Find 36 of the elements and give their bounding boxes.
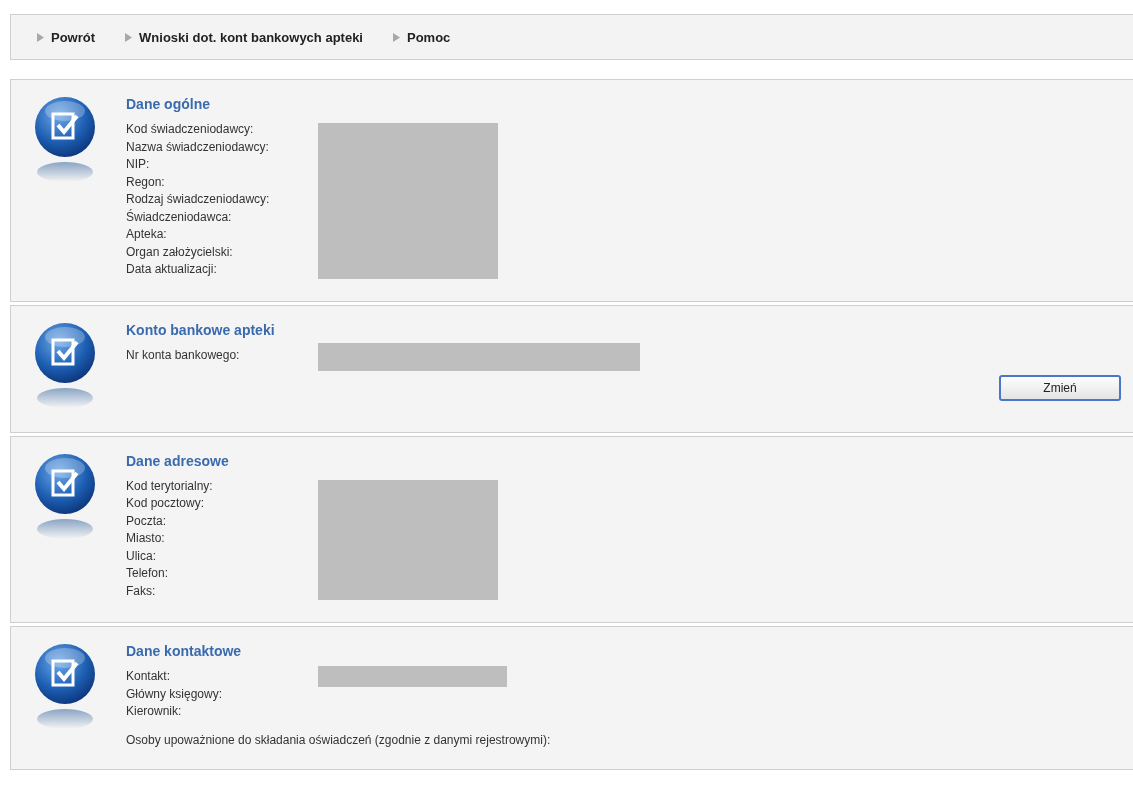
field-label: Nazwa świadczeniodawcy:	[126, 138, 270, 156]
field-label: Telefon:	[126, 565, 170, 582]
section-title: Dane kontaktowe	[126, 643, 243, 659]
checklist-sphere-icon	[33, 321, 97, 410]
field-label: Kod terytorialny:	[126, 477, 214, 495]
field-label: Data aktualizacji:	[126, 261, 218, 278]
field-label: Ulica:	[126, 547, 157, 565]
nav-link[interactable]: Powrót	[37, 29, 96, 45]
triangle-icon	[393, 32, 400, 42]
field-label: Poczta:	[126, 512, 168, 530]
field-label: Kod pocztowy:	[126, 495, 206, 512]
field-label: Główny księgowy:	[126, 685, 224, 703]
field-label: Rodzaj świadczeniodawcy:	[126, 191, 271, 208]
field-label: Faks:	[126, 582, 157, 600]
nav-link[interactable]: Wnioski dot. kont bankowych apteki	[125, 29, 363, 45]
section-title: Dane adresowe	[126, 452, 230, 469]
field-label: Miasto:	[126, 530, 166, 547]
field-label: Świadczeniodawca:	[126, 208, 233, 226]
change-button[interactable]: Zmień	[999, 374, 1121, 401]
field-label: Organ założycielski:	[126, 243, 234, 261]
section-title: Konto bankowe apteki	[126, 321, 276, 338]
checklist-sphere-icon	[33, 643, 97, 731]
triangle-icon	[37, 32, 44, 42]
field-label: Kod świadczeniodawcy:	[126, 121, 255, 138]
checklist-sphere-icon	[33, 96, 97, 184]
note-text: Osoby upoważnione do składania oświadczeń (zgodnie z danymi rejestrowymi):	[126, 732, 552, 747]
section-title: Dane ogólne	[126, 96, 211, 112]
checklist-sphere-icon	[33, 452, 97, 541]
field-label: Regon:	[126, 173, 166, 191]
triangle-icon	[125, 32, 133, 42]
field-label: Kierownik:	[126, 703, 183, 720]
field-label: Apteka:	[126, 226, 168, 243]
nav-link[interactable]: Pomoc	[393, 29, 451, 45]
field-label: Nr konta bankowego:	[126, 346, 241, 364]
field-label: Kontakt:	[126, 668, 172, 685]
field-label: NIP:	[126, 156, 151, 173]
